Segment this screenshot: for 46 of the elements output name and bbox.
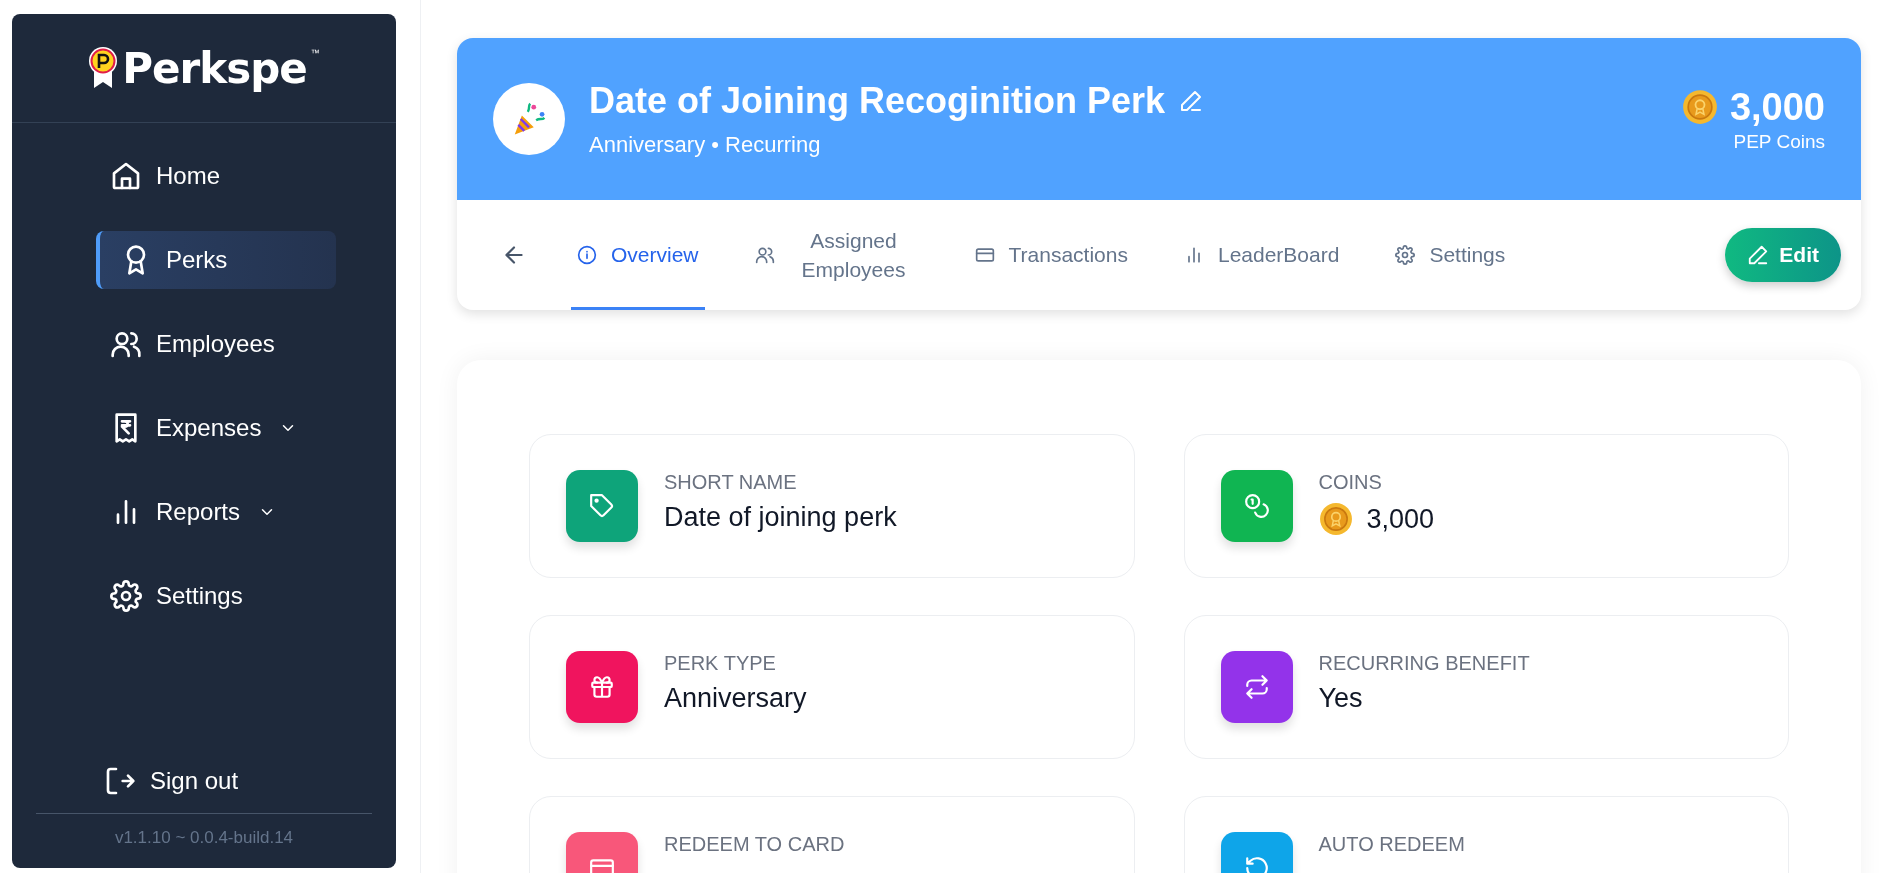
field-value: 3,000	[1366, 503, 1435, 535]
field-label: AUTO REDEEM	[1318, 833, 1465, 856]
tab[interactable]: Transactions	[968, 200, 1134, 310]
coin-icon	[1681, 89, 1718, 125]
sidebar-item[interactable]: Home	[96, 147, 336, 205]
field-label: REDEEM TO CARD	[664, 833, 845, 856]
trademark-mark: ™	[310, 48, 320, 58]
rotate-arrow-icon	[1243, 855, 1270, 873]
perk-title: Date of Joining Recoginition Perk	[589, 80, 1166, 122]
sign-out-button[interactable]: Sign out	[104, 765, 396, 797]
settings-icon	[1395, 245, 1416, 265]
info-icon	[577, 245, 597, 265]
field-value: Anniversary	[664, 683, 807, 714]
field-label: PERK TYPE	[664, 652, 777, 675]
field-label: SHORT NAME	[664, 471, 798, 494]
tag-icon	[589, 493, 615, 519]
pencil-icon[interactable]	[1179, 89, 1204, 113]
sidebar-item[interactable]: Employees	[96, 315, 336, 373]
sidebar-item[interactable]: Settings	[96, 567, 336, 625]
coin-label: PEP Coins	[1733, 130, 1825, 153]
logo-ribbon-icon	[88, 46, 119, 90]
field-label: COINS	[1318, 471, 1383, 494]
credit-card-icon	[974, 245, 995, 265]
tab[interactable]: Assigned Employees	[748, 200, 925, 310]
field-value: Yes	[1318, 683, 1363, 714]
coins-icon	[1243, 493, 1270, 519]
perk-subtitle: Anniversary • Recurring	[589, 132, 822, 158]
sign-out-icon	[104, 765, 136, 797]
field-value: Date of joining perk	[664, 502, 897, 533]
sidebar-item[interactable]: Expenses	[96, 399, 336, 457]
pencil-icon	[1747, 244, 1770, 266]
repeat-arrows-icon	[1243, 674, 1270, 700]
version-text: v1.1.10 ~ 0.0.4-build.14	[113, 827, 295, 849]
gift-icon	[589, 674, 615, 700]
settings-icon	[110, 580, 142, 612]
coin-balance: 3,000	[1729, 85, 1825, 129]
sidebar-item[interactable]: Perks	[96, 231, 336, 289]
tab[interactable]: Settings	[1389, 200, 1512, 310]
tab[interactable]: LeaderBoard	[1177, 200, 1346, 310]
field-label: RECURRING BENEFIT	[1318, 652, 1530, 675]
sidebar-item[interactable]: Reports	[96, 483, 336, 541]
home-icon	[110, 160, 142, 192]
users-icon	[754, 245, 775, 265]
coin-icon	[1318, 502, 1353, 536]
logo-wordmark: Perkspe	[122, 43, 307, 93]
tab[interactable]: Overview	[571, 200, 705, 310]
